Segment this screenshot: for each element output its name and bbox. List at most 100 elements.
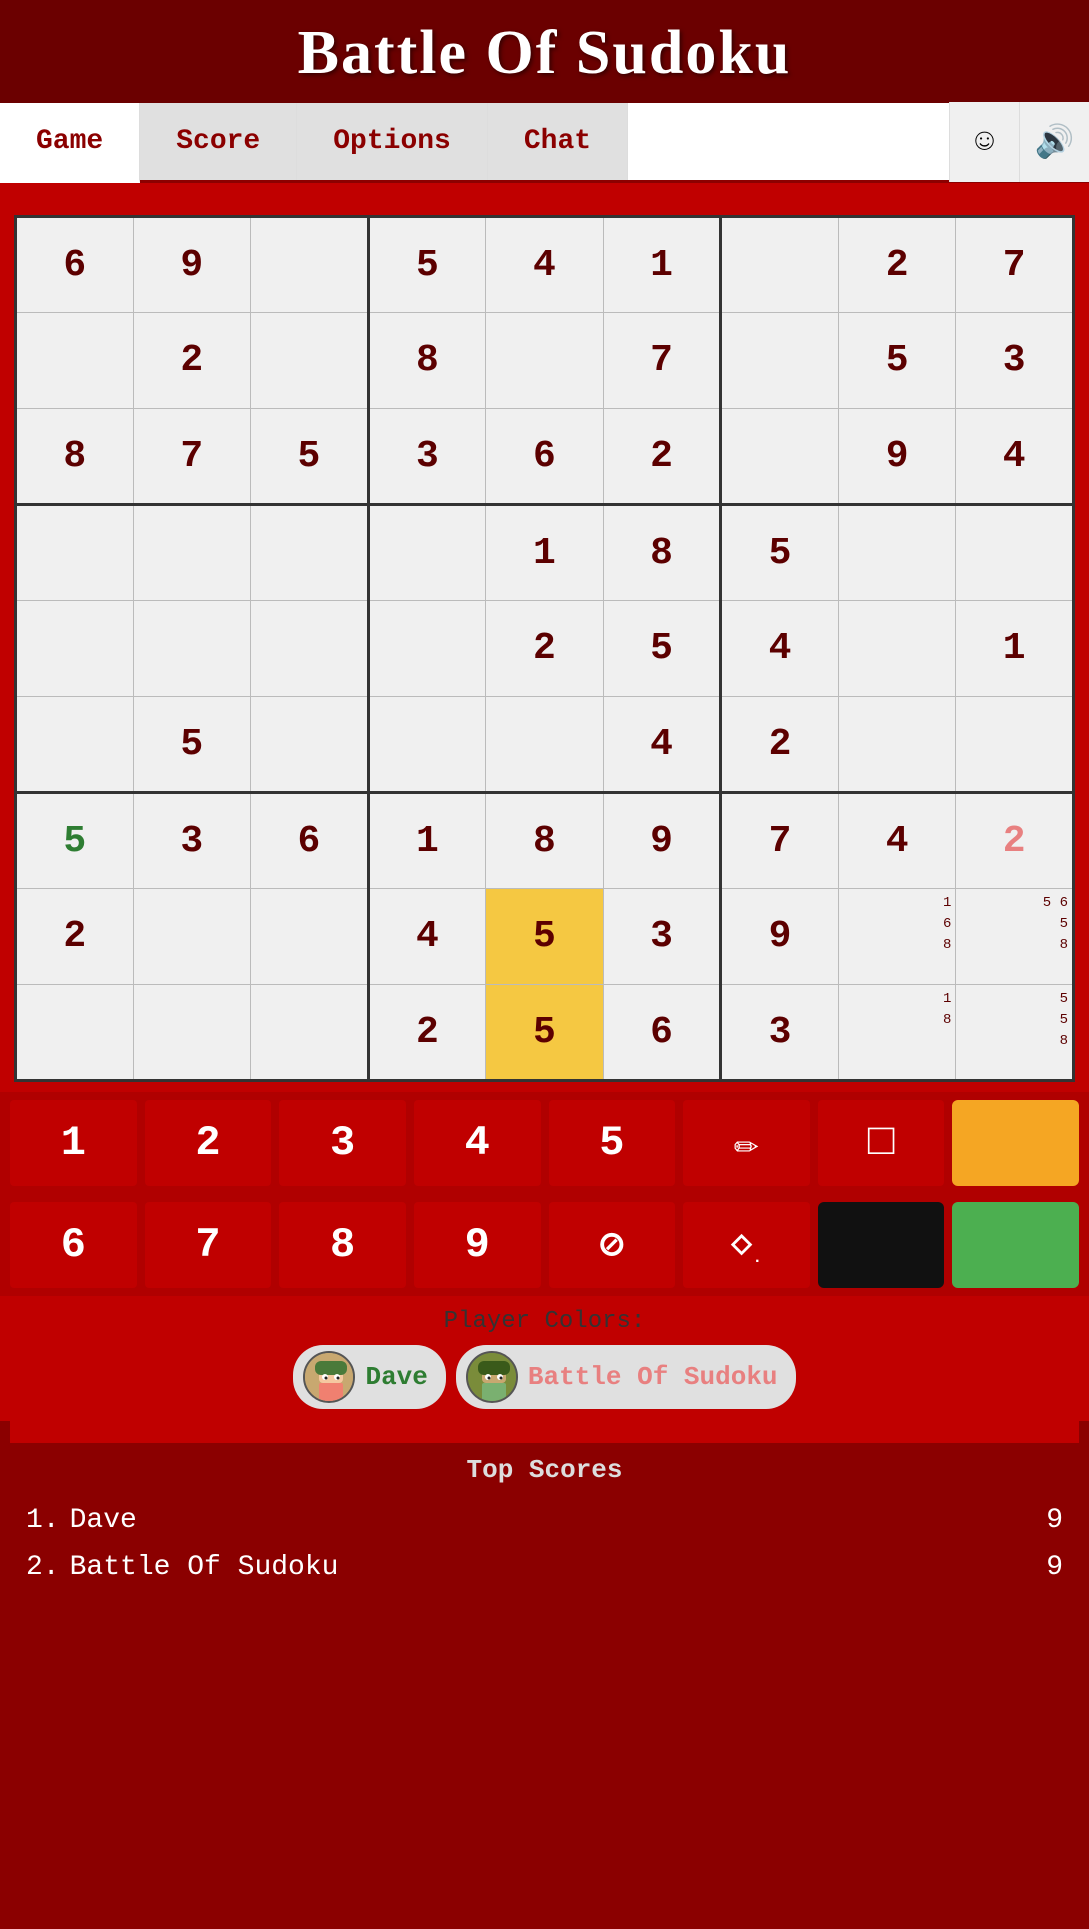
- cell-3-6[interactable]: 5: [721, 505, 839, 601]
- cell-8-6[interactable]: 3: [721, 985, 839, 1081]
- cell-1-7[interactable]: 5: [838, 313, 956, 409]
- cell-6-0[interactable]: 5: [16, 793, 134, 889]
- cell-2-8[interactable]: 4: [956, 409, 1074, 505]
- cell-5-3[interactable]: [368, 697, 486, 793]
- cell-1-2[interactable]: [251, 313, 369, 409]
- tab-score[interactable]: Score: [140, 103, 297, 180]
- cell-4-6[interactable]: 4: [721, 601, 839, 697]
- cell-5-5[interactable]: 4: [603, 697, 721, 793]
- cell-4-3[interactable]: [368, 601, 486, 697]
- color-orange-button[interactable]: [952, 1100, 1079, 1186]
- cell-4-5[interactable]: 5: [603, 601, 721, 697]
- num-1-button[interactable]: 1: [10, 1100, 137, 1186]
- cell-7-6[interactable]: 9: [721, 889, 839, 985]
- cell-6-6[interactable]: 7: [721, 793, 839, 889]
- cell-3-0[interactable]: [16, 505, 134, 601]
- cell-2-6[interactable]: [721, 409, 839, 505]
- cell-0-5[interactable]: 1: [603, 217, 721, 313]
- num-3-button[interactable]: 3: [279, 1100, 406, 1186]
- cell-0-0[interactable]: 6: [16, 217, 134, 313]
- cell-3-8[interactable]: [956, 505, 1074, 601]
- cell-8-2[interactable]: [251, 985, 369, 1081]
- cell-7-4[interactable]: 5: [486, 889, 604, 985]
- cell-7-8[interactable]: 5 658: [956, 889, 1074, 985]
- cell-1-4[interactable]: [486, 313, 604, 409]
- cell-2-0[interactable]: 8: [16, 409, 134, 505]
- cell-8-4[interactable]: 5: [486, 985, 604, 1081]
- num-2-button[interactable]: 2: [145, 1100, 272, 1186]
- cell-6-1[interactable]: 3: [133, 793, 251, 889]
- cell-6-7[interactable]: 4: [838, 793, 956, 889]
- cell-3-5[interactable]: 8: [603, 505, 721, 601]
- cell-2-7[interactable]: 9: [838, 409, 956, 505]
- cell-5-0[interactable]: [16, 697, 134, 793]
- cell-0-6[interactable]: [721, 217, 839, 313]
- cell-0-7[interactable]: 2: [838, 217, 956, 313]
- cell-8-3[interactable]: 2: [368, 985, 486, 1081]
- cell-3-1[interactable]: [133, 505, 251, 601]
- cell-5-2[interactable]: [251, 697, 369, 793]
- cell-0-2[interactable]: [251, 217, 369, 313]
- cell-8-8[interactable]: 558: [956, 985, 1074, 1081]
- num-5-button[interactable]: 5: [549, 1100, 676, 1186]
- cell-6-4[interactable]: 8: [486, 793, 604, 889]
- cell-1-3[interactable]: 8: [368, 313, 486, 409]
- pencil-button[interactable]: ✏: [683, 1100, 810, 1186]
- cell-8-5[interactable]: 6: [603, 985, 721, 1081]
- cell-5-1[interactable]: 5: [133, 697, 251, 793]
- num-7-button[interactable]: 7: [145, 1202, 272, 1288]
- cell-4-2[interactable]: [251, 601, 369, 697]
- cell-4-8[interactable]: 1: [956, 601, 1074, 697]
- num-6-button[interactable]: 6: [10, 1202, 137, 1288]
- num-9-button[interactable]: 9: [414, 1202, 541, 1288]
- cell-0-8[interactable]: 7: [956, 217, 1074, 313]
- color-black-button[interactable]: [818, 1202, 945, 1288]
- fill-button[interactable]: ◇.: [683, 1202, 810, 1288]
- cell-6-8[interactable]: 2: [956, 793, 1074, 889]
- cell-8-7[interactable]: 18: [838, 985, 956, 1081]
- color-green-button[interactable]: [952, 1202, 1079, 1288]
- cell-6-3[interactable]: 1: [368, 793, 486, 889]
- cell-3-7[interactable]: [838, 505, 956, 601]
- cell-0-4[interactable]: 4: [486, 217, 604, 313]
- cell-7-0[interactable]: 2: [16, 889, 134, 985]
- cell-4-1[interactable]: [133, 601, 251, 697]
- cell-6-5[interactable]: 9: [603, 793, 721, 889]
- cell-8-0[interactable]: [16, 985, 134, 1081]
- num-4-button[interactable]: 4: [414, 1100, 541, 1186]
- square-button[interactable]: □: [818, 1100, 945, 1186]
- cell-6-2[interactable]: 6: [251, 793, 369, 889]
- cell-7-2[interactable]: [251, 889, 369, 985]
- cell-7-7[interactable]: 168: [838, 889, 956, 985]
- volume-button[interactable]: 🔊: [1019, 102, 1089, 182]
- cell-0-3[interactable]: 5: [368, 217, 486, 313]
- cell-3-3[interactable]: [368, 505, 486, 601]
- cell-5-8[interactable]: [956, 697, 1074, 793]
- cell-4-0[interactable]: [16, 601, 134, 697]
- cell-7-3[interactable]: 4: [368, 889, 486, 985]
- cell-8-1[interactable]: [133, 985, 251, 1081]
- cell-0-1[interactable]: 9: [133, 217, 251, 313]
- cell-1-8[interactable]: 3: [956, 313, 1074, 409]
- cell-2-1[interactable]: 7: [133, 409, 251, 505]
- cell-2-2[interactable]: 5: [251, 409, 369, 505]
- cell-2-5[interactable]: 2: [603, 409, 721, 505]
- cell-1-6[interactable]: [721, 313, 839, 409]
- cell-7-5[interactable]: 3: [603, 889, 721, 985]
- ban-button[interactable]: ⊘: [549, 1202, 676, 1288]
- tab-options[interactable]: Options: [297, 103, 488, 180]
- cell-2-3[interactable]: 3: [368, 409, 486, 505]
- tab-chat[interactable]: Chat: [488, 103, 628, 180]
- cell-5-7[interactable]: [838, 697, 956, 793]
- cell-2-4[interactable]: 6: [486, 409, 604, 505]
- cell-3-2[interactable]: [251, 505, 369, 601]
- cell-4-4[interactable]: 2: [486, 601, 604, 697]
- cell-1-1[interactable]: 2: [133, 313, 251, 409]
- cell-3-4[interactable]: 1: [486, 505, 604, 601]
- cell-1-0[interactable]: [16, 313, 134, 409]
- cell-1-5[interactable]: 7: [603, 313, 721, 409]
- cell-5-6[interactable]: 2: [721, 697, 839, 793]
- cell-7-1[interactable]: [133, 889, 251, 985]
- cell-5-4[interactable]: [486, 697, 604, 793]
- cell-4-7[interactable]: [838, 601, 956, 697]
